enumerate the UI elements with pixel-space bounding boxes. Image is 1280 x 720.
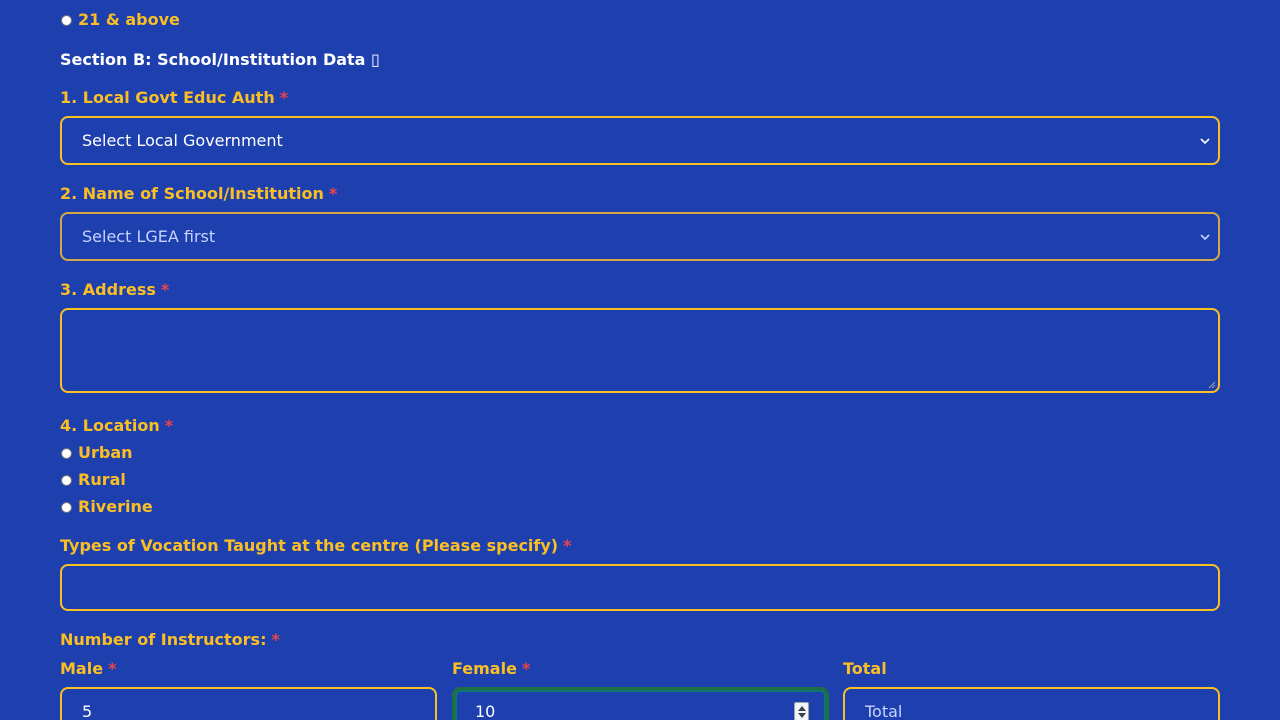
required-marker: * [563, 536, 572, 555]
address-label: 3. Address * [60, 280, 169, 300]
total-placeholder: Total [865, 701, 903, 720]
male-instructors-value: 5 [82, 701, 93, 720]
address-textarea[interactable] [60, 308, 1220, 393]
chevron-down-icon [1200, 137, 1210, 144]
female-instructors-input[interactable]: 10 [452, 687, 829, 720]
school-name-label-text: 2. Name of School/Institution [60, 184, 324, 203]
radio-button[interactable] [61, 474, 72, 486]
spin-down-icon[interactable] [798, 713, 806, 718]
school-name-select[interactable]: Select LGEA first [60, 212, 1220, 261]
resize-handle-icon[interactable] [1208, 381, 1216, 389]
address-label-text: 3. Address [60, 280, 156, 299]
location-label: 4. Location * [60, 416, 173, 436]
spin-up-icon[interactable] [798, 706, 806, 711]
location-option-urban[interactable]: Urban [60, 443, 133, 463]
vocation-label-text: Types of Vocation Taught at the centre (… [60, 536, 559, 555]
female-label: Female * [452, 659, 530, 679]
required-marker: * [328, 184, 338, 203]
instructors-label-text: Number of Instructors: [60, 630, 267, 649]
lgea-label-text: 1. Local Govt Educ Auth [60, 88, 275, 107]
male-instructors-input[interactable]: 5 [60, 687, 437, 720]
location-label-text: 4. Location [60, 416, 160, 435]
age-option-21-above[interactable]: 21 & above [60, 10, 180, 30]
radio-button[interactable] [61, 447, 72, 459]
radio-label: Urban [78, 443, 133, 462]
radio-label: 21 & above [78, 10, 180, 29]
school-name-select-value: Select LGEA first [82, 227, 216, 246]
required-marker: * [271, 630, 280, 649]
required-marker: * [521, 659, 531, 678]
required-marker: * [108, 659, 117, 678]
radio-label: Riverine [78, 497, 153, 516]
location-option-rural[interactable]: Rural [60, 470, 126, 490]
instructors-label: Number of Instructors: * [60, 630, 280, 650]
total-label: Total [843, 659, 887, 678]
number-spinner[interactable] [794, 702, 809, 720]
female-instructors-value: 10 [475, 701, 496, 720]
radio-button[interactable] [61, 501, 72, 513]
total-instructors-input[interactable]: Total [843, 687, 1220, 720]
location-option-riverine[interactable]: Riverine [60, 497, 153, 517]
radio-label: Rural [78, 470, 126, 489]
form-page: 21 & above Section B: School/Institution… [0, 0, 1280, 720]
male-label-text: Male [60, 659, 104, 678]
required-marker: * [279, 88, 289, 107]
chevron-down-icon [1200, 233, 1210, 240]
radio-button[interactable] [61, 14, 72, 26]
lgea-select[interactable]: Select Local Government [60, 116, 1220, 165]
required-marker: * [160, 280, 170, 299]
vocation-input[interactable] [60, 564, 1220, 611]
lgea-select-value: Select Local Government [82, 131, 283, 150]
female-label-text: Female [452, 659, 517, 678]
lgea-label: 1. Local Govt Educ Auth * [60, 88, 288, 108]
male-label: Male * [60, 659, 116, 679]
vocation-label: Types of Vocation Taught at the centre (… [60, 536, 572, 556]
required-marker: * [164, 416, 174, 435]
school-name-label: 2. Name of School/Institution * [60, 184, 337, 204]
section-b-title: Section B: School/Institution Data ▯ [60, 50, 380, 69]
